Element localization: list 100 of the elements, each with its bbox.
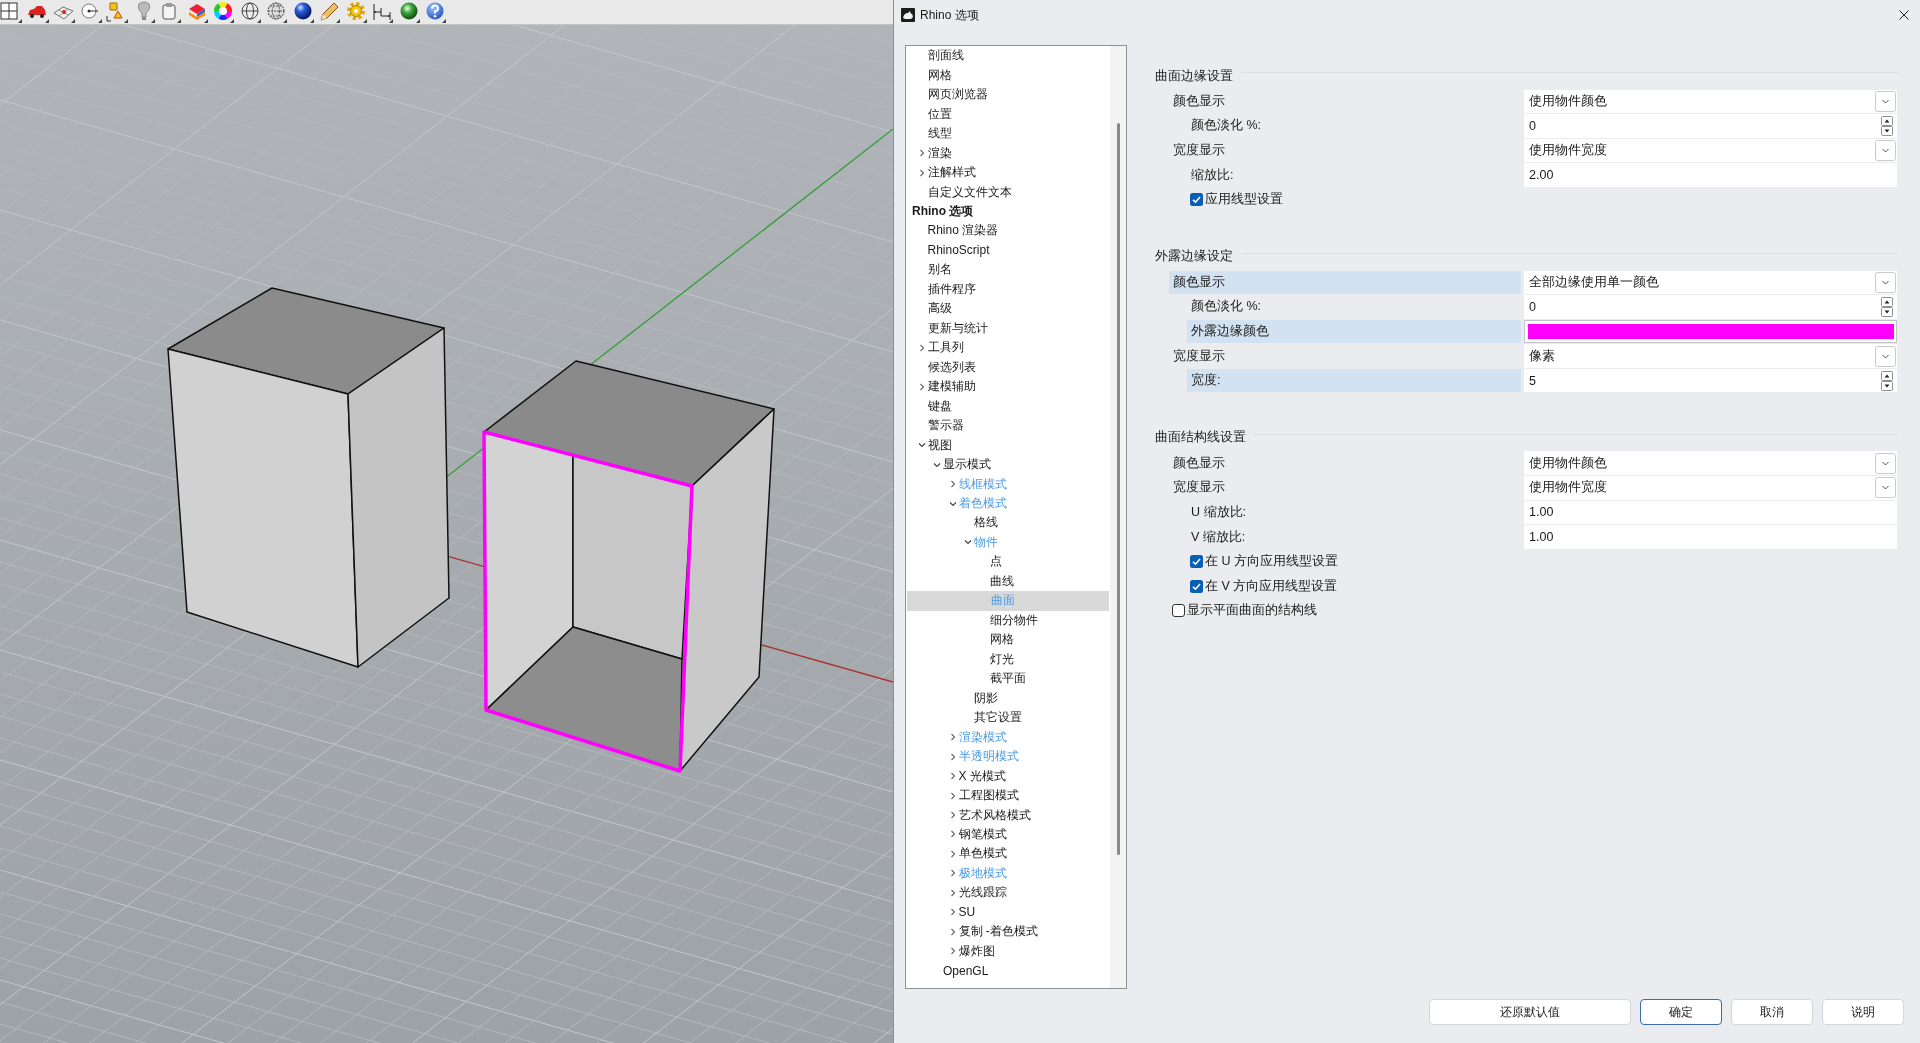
dialog-button[interactable]: 说明 [1822,999,1904,1025]
chevron-right-icon[interactable] [917,343,926,352]
tree-item[interactable]: 细分物件 [989,610,1038,631]
chevron-right-icon[interactable] [948,888,957,897]
tree-item[interactable]: 别名 [927,260,952,280]
chevron-right-icon[interactable] [917,382,926,391]
spinner-field[interactable]: 0 [1524,295,1897,319]
spinner-field[interactable]: 0 [1524,114,1897,138]
tree-item[interactable]: 线型 [927,123,952,144]
scrollbar-track[interactable] [1110,46,1126,988]
tree-item[interactable]: 警示器 [927,415,964,436]
checkbox-label[interactable]: 显示平面曲面的结构线 [1187,602,1317,620]
up-down-arrows-icon[interactable] [1881,296,1893,317]
circle-icon[interactable] [79,1,102,23]
tree-item[interactable]: 单色模式 [946,844,1007,864]
chevron-down-icon[interactable] [933,460,941,469]
dialog-button[interactable]: 还原默认值 [1429,999,1631,1025]
chevron-right-icon[interactable] [948,869,957,878]
tree-item[interactable]: 建模辅助 [915,376,976,397]
tree-item[interactable]: 爆炸图 [946,941,995,962]
chevron-right-icon[interactable] [948,830,957,839]
tree-item[interactable]: 网格 [927,65,952,85]
tree-item[interactable]: 自定义文件文本 [927,182,1012,202]
scrollbar-thumb[interactable] [1116,123,1120,855]
pencil-icon[interactable] [318,1,340,23]
chevron-right-icon[interactable] [948,927,957,936]
dialog-button[interactable]: 确定 [1640,999,1722,1025]
checkbox-label[interactable]: 在 U 方向应用线型设置 [1205,553,1338,571]
chevron-right-icon[interactable] [917,168,926,177]
help-icon[interactable] [424,1,446,23]
tree-item[interactable]: 注解样式 [915,162,976,183]
chevron-right-icon[interactable] [948,908,957,917]
tree-item[interactable]: 显示模式 [931,454,991,475]
tree-item[interactable]: X 光模式 [946,766,1006,786]
chevron-right-icon[interactable] [948,947,957,956]
spinner-field[interactable]: 5 [1524,368,1897,393]
tree-item[interactable]: 视图 [915,435,952,455]
checkbox-label[interactable]: 在 V 方向应用线型设置 [1205,577,1338,595]
chevron-right-icon[interactable] [948,752,957,761]
dropdown[interactable]: 全部边缘使用单一颜色 [1524,270,1897,294]
tree-item[interactable]: 工具列 [915,338,964,358]
chevron-right-icon[interactable] [917,149,926,158]
dropdown[interactable]: 使用物件颜色 [1524,89,1897,114]
chevron-right-icon[interactable] [948,772,957,781]
up-down-arrows-icon[interactable] [1881,370,1893,391]
tree-item[interactable]: 工程图模式 [946,785,1019,806]
tree-item[interactable]: 格线 [974,513,998,533]
tree-item[interactable]: 曲线 [989,571,1014,592]
clipboard-icon[interactable] [159,1,181,23]
dropdown[interactable]: 使用物件宽度 [1524,138,1897,163]
tree-item[interactable]: 键盘 [927,396,952,416]
chevron-right-icon[interactable] [948,849,957,858]
checkbox[interactable] [1172,604,1185,618]
tree-item[interactable]: RhinoScript [927,240,990,261]
checkbox-label[interactable]: 应用线型设置 [1205,191,1283,209]
wire-sphere-icon[interactable] [238,1,261,23]
dropdown[interactable]: 使用物件宽度 [1524,476,1897,500]
tree-item[interactable]: 点 [989,552,1002,572]
chevron-right-icon[interactable] [948,733,957,742]
tree-item[interactable]: 灯光 [989,649,1014,669]
tree-item[interactable]: 插件程序 [927,279,976,300]
tree-item[interactable]: 阴影 [974,688,998,708]
tree-item[interactable]: 高级 [927,299,952,319]
tree-item[interactable]: 截平面 [989,669,1026,689]
close-icon[interactable] [1899,10,1909,20]
chevron-right-icon[interactable] [948,480,957,489]
tree-item[interactable]: 钢笔模式 [946,824,1007,845]
tree-item[interactable]: SU [946,902,976,923]
text-field[interactable]: 1.00 [1524,525,1897,549]
tree-item[interactable]: 更新与统计 [927,318,988,339]
color-wheel-icon[interactable] [212,1,234,23]
tree-item[interactable]: 渲染 [915,143,952,163]
tree-item[interactable]: 复制 -着色模式 [946,922,1038,942]
dropdown[interactable]: 像素 [1524,344,1897,368]
dimension-icon[interactable] [371,1,393,23]
dialog-button[interactable]: 取消 [1731,999,1813,1025]
mesh-sphere-icon[interactable] [265,1,287,23]
chevron-down-icon[interactable] [948,499,957,508]
chevron-right-icon[interactable] [948,811,957,819]
tree-item[interactable]: 位置 [927,104,952,124]
grid-icon[interactable] [0,1,22,23]
tree-item[interactable]: 光线跟踪 [946,883,1007,903]
chevron-down-icon[interactable] [964,538,972,547]
chevron-down-icon[interactable] [917,441,926,450]
dropdown[interactable]: 使用物件颜色 [1524,451,1897,475]
chevron-right-icon[interactable] [948,791,957,800]
tree-item[interactable]: Rhino 渲染器 [927,221,999,241]
tree-item[interactable]: 艺术风格模式 [946,805,1031,825]
tree-item[interactable]: 候选列表 [927,357,976,377]
tree-item[interactable]: 剖面线 [927,46,964,66]
tree-item[interactable]: 网页浏览器 [927,84,988,105]
text-field[interactable]: 2.00 [1524,163,1897,187]
checkbox[interactable] [1190,555,1203,569]
checkbox[interactable] [1190,579,1203,593]
tree-item[interactable]: Rhino 选项 [912,201,974,222]
tree-item[interactable]: OpenGL [943,961,989,981]
tree-item[interactable]: 其它设置 [974,707,1022,728]
tree-item[interactable]: 网格 [989,630,1014,650]
shapes-icon[interactable] [106,1,128,23]
checkbox[interactable] [1190,193,1203,207]
